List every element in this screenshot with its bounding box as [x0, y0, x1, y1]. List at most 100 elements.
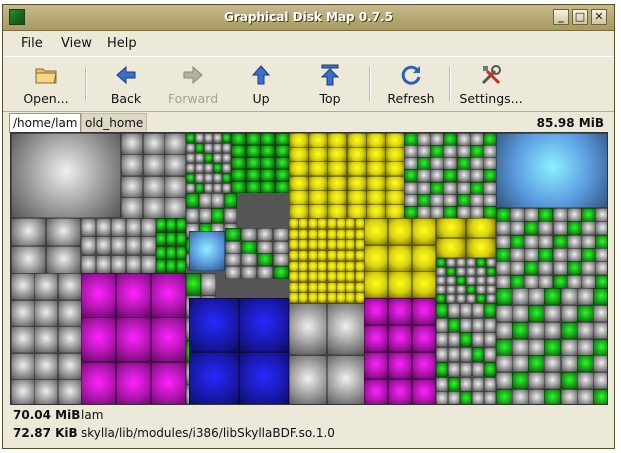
- treemap-cell[interactable]: [213, 163, 222, 173]
- treemap-cell[interactable]: [260, 145, 275, 157]
- treemap-cell[interactable]: [581, 248, 596, 262]
- treemap-cell[interactable]: [496, 221, 511, 235]
- treemap-cell[interactable]: [260, 169, 275, 181]
- treemap-cell[interactable]: [327, 204, 347, 219]
- treemap-cell[interactable]: [446, 285, 456, 294]
- treemap-cell[interactable]: [512, 372, 529, 389]
- treemap-cell[interactable]: [204, 133, 213, 143]
- treemap-cell[interactable]: [298, 271, 308, 282]
- treemap-cell[interactable]: [327, 147, 347, 162]
- treemap-cell[interactable]: [484, 391, 496, 404]
- treemap-cell[interactable]: [195, 143, 204, 153]
- treemap-cell[interactable]: [496, 322, 513, 339]
- treemap-cell[interactable]: [241, 228, 257, 241]
- treemap-cell[interactable]: [595, 221, 607, 235]
- treemap-cell[interactable]: [345, 218, 355, 229]
- treemap-cell[interactable]: [366, 161, 386, 176]
- treemap-cell[interactable]: [553, 208, 568, 222]
- treemap-cell[interactable]: [553, 275, 568, 289]
- treemap-cell[interactable]: [528, 322, 545, 339]
- treemap-cell[interactable]: [436, 332, 448, 347]
- treemap-cell[interactable]: [156, 232, 166, 246]
- treemap-cell[interactable]: [186, 163, 195, 173]
- treemap-cell[interactable]: [189, 231, 225, 271]
- treemap-cell[interactable]: [593, 305, 607, 322]
- treemap-cell[interactable]: [156, 218, 166, 232]
- crumb-home-lam[interactable]: /home/lam: [9, 113, 82, 133]
- treemap-cell[interactable]: [486, 285, 496, 294]
- treemap-cell[interactable]: [581, 261, 596, 275]
- treemap-cell[interactable]: [486, 294, 496, 303]
- treemap-cell[interactable]: [176, 232, 186, 246]
- treemap-cell[interactable]: [436, 303, 448, 318]
- treemap-cell[interactable]: [186, 208, 199, 223]
- treemap-cell[interactable]: [466, 294, 476, 303]
- treemap-cell[interactable]: [524, 221, 539, 235]
- treemap-cell[interactable]: [456, 267, 466, 276]
- treemap-cell[interactable]: [308, 204, 328, 219]
- treemap-cell[interactable]: [58, 326, 82, 353]
- treemap-cell[interactable]: [385, 161, 405, 176]
- treemap-cell[interactable]: [289, 190, 309, 205]
- treemap-cell[interactable]: [385, 204, 405, 219]
- treemap-cell[interactable]: [186, 193, 199, 208]
- treemap-cell[interactable]: [538, 221, 553, 235]
- treemap-cell[interactable]: [567, 235, 582, 249]
- treemap-cell[interactable]: [222, 153, 231, 163]
- treemap-cell[interactable]: [11, 218, 46, 246]
- treemap-cell[interactable]: [412, 218, 436, 245]
- treemap-cell[interactable]: [593, 372, 607, 389]
- treemap-cell[interactable]: [298, 250, 308, 261]
- treemap-cell[interactable]: [224, 208, 237, 223]
- treemap-cell[interactable]: [446, 276, 456, 285]
- treemap-cell[interactable]: [385, 133, 405, 148]
- treemap-cell[interactable]: [567, 248, 582, 262]
- maximize-button[interactable]: □: [572, 9, 588, 25]
- refresh-button[interactable]: Refresh: [385, 63, 437, 109]
- treemap-cell[interactable]: [484, 318, 496, 333]
- treemap-cell[interactable]: [225, 253, 241, 266]
- treemap-cell[interactable]: [273, 266, 289, 279]
- treemap-cell[interactable]: [96, 218, 111, 237]
- treemap-cell[interactable]: [364, 352, 388, 379]
- treemap-cell[interactable]: [593, 288, 607, 305]
- treemap-cell[interactable]: [476, 276, 486, 285]
- treemap-cell[interactable]: [275, 133, 290, 145]
- treemap-cell[interactable]: [222, 173, 231, 183]
- treemap-cell[interactable]: [289, 176, 309, 191]
- treemap-cell[interactable]: [239, 352, 289, 404]
- treemap-cell[interactable]: [448, 318, 460, 333]
- treemap-cell[interactable]: [46, 218, 81, 246]
- treemap-cell[interactable]: [151, 317, 186, 362]
- treemap-cell[interactable]: [347, 133, 367, 148]
- treemap-cell[interactable]: [436, 218, 466, 238]
- treemap-cell[interactable]: [366, 204, 386, 219]
- treemap-cell[interactable]: [96, 255, 111, 274]
- treemap-cell[interactable]: [553, 221, 568, 235]
- treemap-cell[interactable]: [528, 288, 545, 305]
- treemap-cell[interactable]: [317, 292, 327, 303]
- treemap-cell[interactable]: [239, 298, 289, 352]
- treemap-cell[interactable]: [496, 305, 513, 322]
- close-button[interactable]: ✕: [591, 9, 607, 25]
- treemap-cell[interactable]: [345, 250, 355, 261]
- treemap-cell[interactable]: [81, 317, 116, 362]
- treemap-cell[interactable]: [510, 208, 525, 222]
- treemap-cell[interactable]: [385, 147, 405, 162]
- treemap-cell[interactable]: [186, 143, 195, 153]
- treemap-cell[interactable]: [347, 161, 367, 176]
- treemap-cell[interactable]: [275, 169, 290, 181]
- treemap-cell[interactable]: [466, 267, 476, 276]
- treemap-cell[interactable]: [11, 300, 35, 327]
- treemap-cell[interactable]: [486, 258, 496, 267]
- treemap-cell[interactable]: [404, 169, 418, 182]
- treemap-cell[interactable]: [388, 271, 412, 298]
- treemap-cell[interactable]: [496, 355, 513, 372]
- treemap-cell[interactable]: [298, 218, 308, 229]
- treemap-cell[interactable]: [486, 267, 496, 276]
- treemap-cell[interactable]: [446, 294, 456, 303]
- treemap-cell[interactable]: [186, 273, 201, 296]
- treemap-cell[interactable]: [126, 236, 141, 255]
- treemap-cell[interactable]: [577, 288, 594, 305]
- treemap-cell[interactable]: [189, 298, 239, 352]
